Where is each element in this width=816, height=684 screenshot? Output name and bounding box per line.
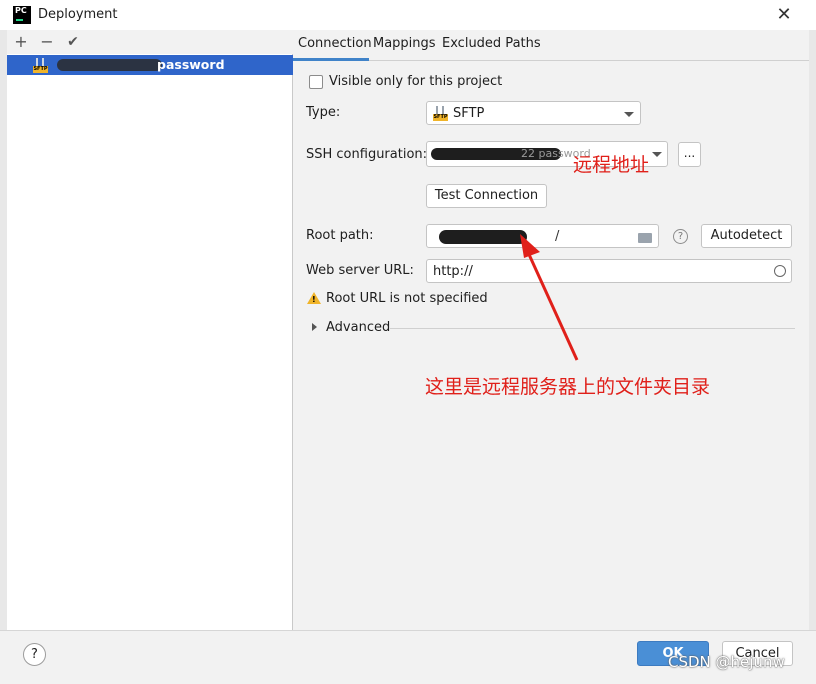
annotation-remote-directory: 这里是远程服务器上的文件夹目录 (425, 376, 711, 398)
annotation-arrow (520, 234, 579, 361)
deployment-dialog: PC Deployment ✕ + − ✔ SFTP password Conn… (0, 0, 816, 684)
watermark: CSDN @hejunw (668, 653, 785, 671)
help-button[interactable]: ? (23, 643, 46, 666)
